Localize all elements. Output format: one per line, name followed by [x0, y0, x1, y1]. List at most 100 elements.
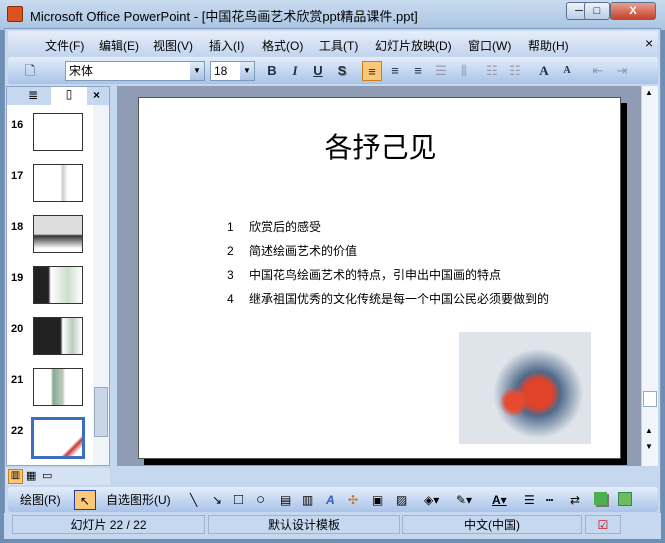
autoshapes-menu[interactable]: 自选图形(U) — [106, 490, 171, 510]
flower-shape — [499, 387, 529, 417]
bullet-number: 2 — [227, 244, 234, 258]
shadow-button[interactable]: S — [332, 61, 352, 81]
distribute-icon[interactable]: ☰ — [431, 61, 451, 81]
bullet-item[interactable]: 1 欣赏后的感受 — [227, 218, 321, 235]
align-right-icon[interactable]: ≡ — [408, 61, 428, 81]
bullet-number: 4 — [227, 292, 234, 306]
dash-style-icon[interactable]: ┅ — [546, 490, 553, 510]
numbering-icon[interactable]: ☷ — [482, 61, 502, 81]
spelling-check-icon[interactable]: ☑ — [585, 515, 621, 534]
increase-font-icon[interactable]: A — [534, 61, 554, 81]
bullet-text: 继承祖国优秀的文化传统是每一个中国公民必须要做到的 — [249, 292, 550, 306]
menu-slideshow[interactable]: 幻灯片放映(D) — [375, 37, 452, 54]
drawing-toolbar: 绘图(R) ↖ 自选图形(U) ╲ ↘ □ ○ ▤ ▥ A ✣ ▣ ▨ ◈▾ ✎… — [8, 487, 658, 512]
clipart-icon[interactable]: ▣ — [372, 490, 383, 510]
rectangle-icon[interactable]: □ — [234, 490, 243, 510]
slide-thumbnail-selected[interactable] — [31, 417, 85, 459]
bold-button[interactable]: B — [262, 61, 282, 81]
slide-number: 22 — [11, 425, 24, 437]
menu-window[interactable]: 窗口(W) — [468, 37, 511, 54]
scroll-up-icon[interactable]: ▲ — [645, 88, 653, 97]
menu-insert[interactable]: 插入(I) — [209, 37, 244, 54]
panel-close-icon[interactable]: × — [93, 88, 100, 102]
slide-sorter-icon[interactable]: ▦ — [26, 469, 36, 482]
slide-thumbnail[interactable] — [33, 317, 83, 355]
italic-button[interactable]: I — [285, 61, 305, 81]
close-button[interactable]: X — [610, 2, 656, 20]
slide-title[interactable]: 各抒己见 — [139, 126, 622, 166]
menu-edit[interactable]: 编辑(E) — [99, 37, 139, 54]
decrease-indent-icon[interactable]: ⇤ — [588, 61, 608, 81]
slide-thumbnail[interactable] — [33, 164, 83, 202]
new-document-icon[interactable]: 🗋 — [20, 61, 40, 81]
formatting-toolbar: 🗋 宋体 ▼ 18 ▼ B I U S ≡ ≡ ≡ ☰ ⫼ ☷ ☷ A A ⇤ ⇥ — [8, 57, 658, 84]
panel-scrollbar[interactable] — [93, 105, 109, 465]
menu-bar: 文件(F) 编辑(E) 视图(V) 插入(I) 格式(O) 工具(T) 幻灯片放… — [8, 31, 658, 56]
bullet-item[interactable]: 4 继承祖国优秀的文化传统是每一个中国公民必须要做到的 — [227, 290, 549, 307]
bullets-icon[interactable]: ☷ — [505, 61, 525, 81]
line-color-icon[interactable]: ✎▾ — [456, 490, 472, 510]
maximize-button[interactable]: □ — [584, 2, 610, 20]
line-style-icon[interactable]: ☰ — [524, 490, 535, 510]
bullet-text: 中国花鸟绘画艺术的特点，引申出中国画的特点 — [249, 268, 502, 282]
text-direction-icon[interactable]: ⫼ — [454, 61, 474, 81]
menu-view[interactable]: 视图(V) — [153, 37, 193, 54]
arrow-icon[interactable]: ↘ — [212, 490, 222, 510]
bullet-number: 1 — [227, 220, 234, 234]
slide-editor: 各抒己见 1 欣赏后的感受 2 简述绘画艺术的价值 3 中国花鸟绘画艺术的特点，引申出… — [117, 86, 641, 466]
font-color-icon[interactable]: A▾ — [492, 490, 507, 510]
font-size-select[interactable]: 18 ▼ — [210, 61, 255, 81]
bullet-item[interactable]: 2 简述绘画艺术的价值 — [227, 242, 357, 259]
wordart-icon[interactable]: A — [326, 490, 335, 510]
menu-tools[interactable]: 工具(T) — [319, 37, 358, 54]
underline-button[interactable]: U — [308, 61, 328, 81]
increase-indent-icon[interactable]: ⇥ — [612, 61, 632, 81]
scroll-thumb[interactable] — [643, 391, 657, 407]
status-slide-count: 幻灯片 22 / 22 — [12, 515, 205, 534]
3d-style-icon[interactable] — [618, 492, 632, 506]
slide-number: 16 — [11, 119, 24, 131]
align-left-icon[interactable]: ≡ — [362, 61, 382, 81]
textbox-icon[interactable]: ▤ — [280, 490, 291, 510]
picture-icon[interactable]: ▨ — [396, 490, 407, 510]
font-select[interactable]: 宋体 ▼ — [65, 61, 205, 81]
menu-file[interactable]: 文件(F) — [45, 37, 84, 54]
diagram-icon[interactable]: ✣ — [348, 490, 358, 510]
menu-format[interactable]: 格式(O) — [262, 37, 303, 54]
bullet-number: 3 — [227, 268, 234, 282]
vertical-textbox-icon[interactable]: ▥ — [302, 490, 313, 510]
chevron-down-icon[interactable]: ▼ — [190, 62, 204, 80]
slide-number: 18 — [11, 221, 24, 233]
shadow-style-icon[interactable] — [594, 492, 607, 505]
chevron-down-icon[interactable]: ▼ — [240, 62, 254, 80]
oval-icon[interactable]: ○ — [256, 490, 265, 510]
decrease-font-icon[interactable]: A — [557, 61, 577, 81]
draw-menu[interactable]: 绘图(R) — [20, 490, 61, 510]
normal-view-icon[interactable]: ▥ — [8, 469, 23, 484]
slide-thumbnail[interactable] — [33, 113, 83, 151]
view-buttons: ▥ ▦ ▭ — [6, 468, 110, 485]
slideshow-icon[interactable]: ▭ — [42, 469, 52, 482]
slide-thumbnail[interactable] — [33, 215, 83, 253]
outline-tab[interactable]: ≣ — [15, 88, 51, 104]
select-pointer-icon[interactable]: ↖ — [74, 490, 96, 510]
title-bar: Microsoft Office PowerPoint - [中国花鸟画艺术欣赏… — [0, 0, 665, 30]
scroll-thumb[interactable] — [94, 387, 108, 437]
window-title: Microsoft Office PowerPoint - [中国花鸟画艺术欣赏… — [30, 9, 418, 24]
slide-thumbnail[interactable] — [33, 266, 83, 304]
font-value: 宋体 — [69, 64, 94, 78]
line-icon[interactable]: ╲ — [190, 490, 197, 510]
arrow-style-icon[interactable]: ⇄ — [570, 490, 580, 510]
menu-help[interactable]: 帮助(H) — [528, 37, 569, 54]
prev-slide-icon[interactable]: ▲ — [645, 426, 653, 435]
next-slide-icon[interactable]: ▼ — [645, 442, 653, 451]
fill-color-icon[interactable]: ◈▾ — [424, 490, 439, 510]
slide-number: 20 — [11, 323, 24, 335]
menu-close-icon[interactable]: × — [645, 35, 653, 51]
bullet-item[interactable]: 3 中国花鸟绘画艺术的特点，引申出中国画的特点 — [227, 266, 501, 283]
slides-tab[interactable]: ▯ — [51, 87, 87, 105]
align-center-icon[interactable]: ≡ — [385, 61, 405, 81]
poinsettia-painting-image[interactable] — [459, 332, 591, 444]
slide-thumbnail[interactable] — [33, 368, 83, 406]
vertical-scrollbar[interactable]: ▲ ▲ ▼ — [641, 86, 658, 466]
